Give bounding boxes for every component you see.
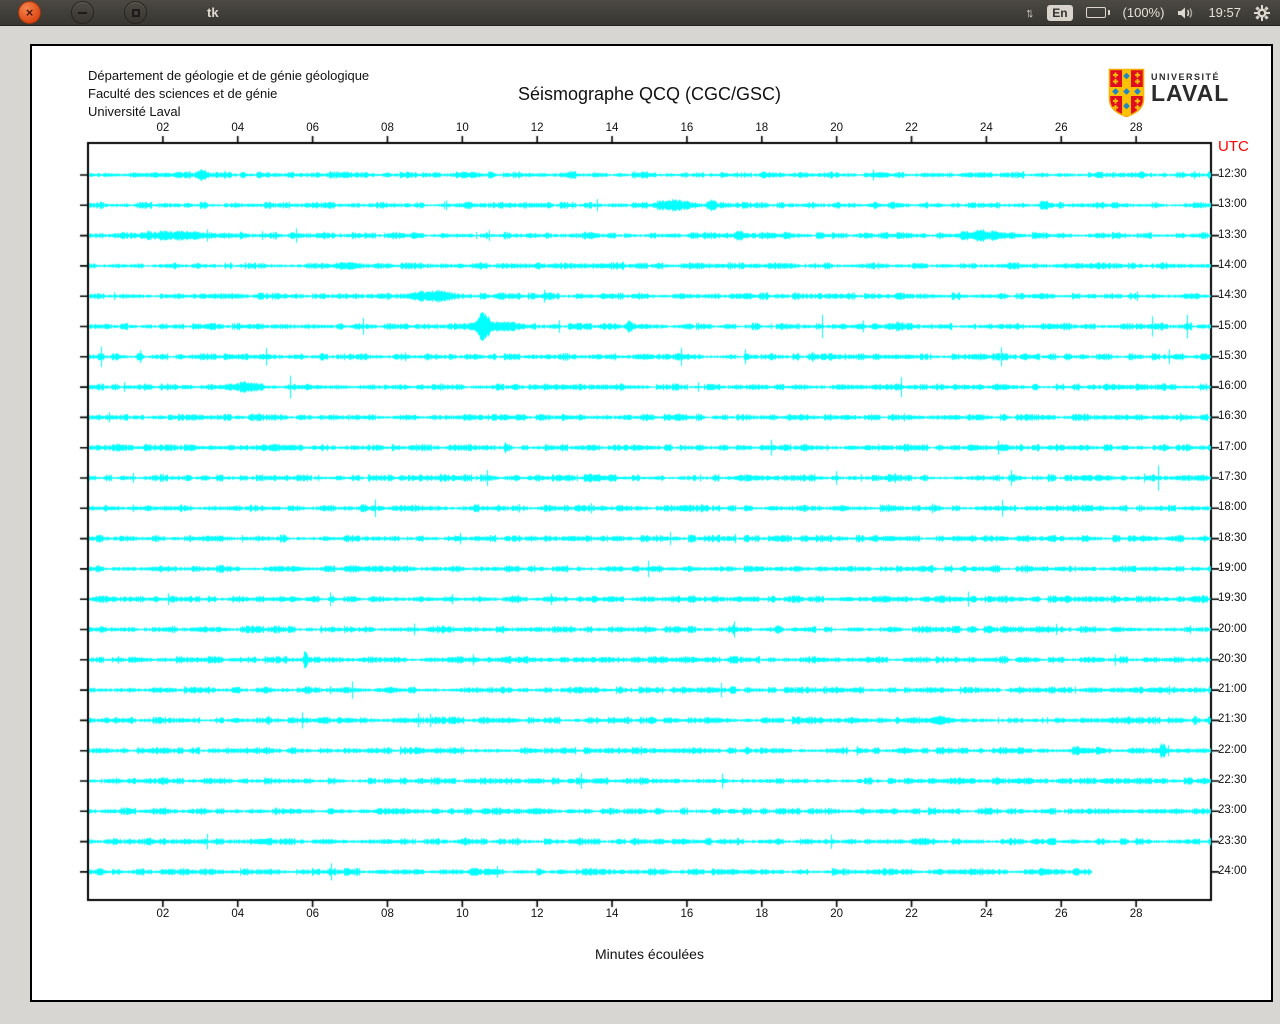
utc-time-label: 17:30 (1218, 471, 1247, 483)
utc-heading: UTC (1218, 138, 1249, 155)
utc-time-label: 15:00 (1218, 320, 1247, 332)
x-tick-label-bottom: 22 (905, 908, 918, 920)
minimize-button[interactable] (71, 1, 94, 24)
keyboard-layout-indicator[interactable]: En (1047, 5, 1072, 21)
utc-time-label: 20:30 (1218, 653, 1247, 665)
utc-time-label: 16:00 (1218, 380, 1247, 392)
x-tick-label-bottom: 26 (1055, 908, 1068, 920)
x-tick-label-top: 20 (830, 122, 843, 134)
battery-icon[interactable] (1086, 7, 1110, 18)
x-tick-label-bottom: 12 (531, 908, 544, 920)
x-tick-label-top: 26 (1055, 122, 1068, 134)
utc-time-label: 24:00 (1218, 865, 1247, 877)
universite-laval-logo: UNIVERSITÉ LAVAL (1108, 68, 1229, 118)
indicator-tray: ↑↓ En (100%) 19:57 (1025, 5, 1270, 21)
volume-icon[interactable] (1177, 6, 1195, 20)
x-tick-label-bottom: 10 (456, 908, 469, 920)
utc-time-label: 13:30 (1218, 229, 1247, 241)
utc-time-label: 14:30 (1218, 289, 1247, 301)
utc-time-label: 21:00 (1218, 683, 1247, 695)
clock[interactable]: 19:57 (1208, 5, 1241, 20)
plot-title: Séismographe QCQ (CGC/GSC) (88, 84, 1211, 105)
x-tick-label-top: 18 (755, 122, 768, 134)
laval-shield-icon (1108, 68, 1145, 118)
x-tick-label-top: 10 (456, 122, 469, 134)
x-tick-label-top: 02 (156, 122, 169, 134)
utc-time-label: 13:00 (1218, 198, 1247, 210)
utc-time-label: 19:30 (1218, 592, 1247, 604)
x-tick-label-bottom: 16 (681, 908, 694, 920)
utc-time-label: 23:30 (1218, 835, 1247, 847)
seismogram-view: Département de géologie et de génie géol… (32, 46, 1271, 1000)
x-tick-label-bottom: 24 (980, 908, 993, 920)
window-controls: × (18, 1, 147, 24)
utc-time-label: 22:30 (1218, 774, 1247, 786)
utc-time-label: 21:30 (1218, 713, 1247, 725)
x-axis-label: Minutes écoulées (88, 946, 1211, 962)
x-tick-label-top: 06 (306, 122, 319, 134)
x-tick-label-bottom: 18 (755, 908, 768, 920)
x-tick-label-top: 04 (231, 122, 244, 134)
network-sync-icon[interactable]: ↑↓ (1025, 5, 1034, 20)
desktop: { "taskbar": { "window_title": "tk", "cl… (0, 0, 1280, 1024)
x-tick-label-top: 24 (980, 122, 993, 134)
x-tick-label-bottom: 20 (830, 908, 843, 920)
x-tick-label-bottom: 02 (156, 908, 169, 920)
x-tick-label-top: 16 (681, 122, 694, 134)
utc-time-label: 20:00 (1218, 623, 1247, 635)
utc-time-label: 14:00 (1218, 259, 1247, 271)
x-tick-label-bottom: 06 (306, 908, 319, 920)
x-tick-label-top: 12 (531, 122, 544, 134)
logo-text-laval: LAVAL (1151, 82, 1229, 104)
tk-window: Département de géologie et de génie géol… (30, 44, 1273, 1002)
seismogram-canvas (32, 46, 1271, 1000)
top-panel: × tk ↑↓ En (100%) 19:57 (0, 0, 1280, 26)
close-button[interactable]: × (18, 1, 41, 24)
window-title: tk (207, 5, 219, 20)
x-tick-label-top: 08 (381, 122, 394, 134)
x-tick-label-bottom: 14 (606, 908, 619, 920)
x-tick-label-bottom: 08 (381, 908, 394, 920)
x-tick-label-top: 22 (905, 122, 918, 134)
header-line1: Département de géologie et de génie géol… (88, 68, 369, 83)
utc-time-label: 18:00 (1218, 501, 1247, 513)
utc-time-label: 18:30 (1218, 532, 1247, 544)
x-tick-label-bottom: 28 (1130, 908, 1143, 920)
maximize-button[interactable] (124, 1, 147, 24)
utc-time-label: 16:30 (1218, 410, 1247, 422)
utc-time-label: 15:30 (1218, 350, 1247, 362)
utc-time-label: 17:00 (1218, 441, 1247, 453)
utc-time-label: 22:00 (1218, 744, 1247, 756)
utc-time-label: 19:00 (1218, 562, 1247, 574)
x-tick-label-bottom: 04 (231, 908, 244, 920)
utc-time-label: 12:30 (1218, 168, 1247, 180)
battery-percentage: (100%) (1123, 5, 1165, 20)
x-tick-label-top: 14 (606, 122, 619, 134)
x-tick-label-top: 28 (1130, 122, 1143, 134)
session-gear-icon[interactable] (1254, 5, 1270, 21)
header-line3: Université Laval (88, 104, 181, 119)
utc-time-label: 23:00 (1218, 804, 1247, 816)
